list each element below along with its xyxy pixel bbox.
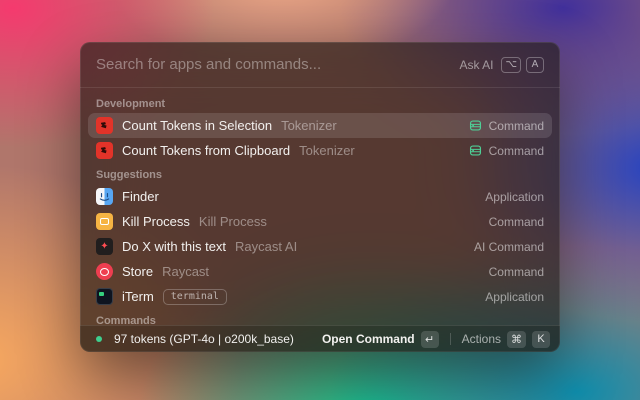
accessory-label: Command	[489, 119, 544, 133]
item-accessory: Command	[489, 265, 544, 279]
accessory-label: Command	[489, 144, 544, 158]
list-item[interactable]: iTerm terminal Application	[88, 284, 552, 309]
iterm-icon	[96, 288, 113, 305]
return-key-icon: ↵	[421, 331, 439, 348]
item-title: Do X with this text	[122, 239, 226, 254]
tokenizer-icon	[96, 142, 113, 159]
item-subtitle: Kill Process	[199, 214, 267, 229]
status-bar: 97 tokens (GPT-4o | o200k_base) Open Com…	[80, 325, 560, 352]
search-bar: Ask AI ⌥ A	[80, 42, 560, 88]
section-header: Development	[88, 92, 552, 113]
list-item[interactable]: Finder Application	[88, 184, 552, 209]
item-accessory: Command	[469, 119, 544, 133]
results-list: Development Count Tokens in Selection Toke…	[80, 89, 560, 325]
option-key-icon: ⌥	[501, 57, 521, 73]
list-item[interactable]: ✦ Do X with this text Raycast AI AI Command	[88, 234, 552, 259]
item-title: iTerm	[122, 289, 154, 304]
open-command-action[interactable]: Open Command ↵	[322, 331, 439, 348]
item-title: Kill Process	[122, 214, 190, 229]
finder-icon	[96, 188, 113, 205]
item-accessory: Command	[489, 215, 544, 229]
command-icon	[469, 119, 482, 132]
status-divider	[450, 333, 451, 345]
accessory-label: AI Command	[474, 240, 544, 254]
item-title: Count Tokens from Clipboard	[122, 143, 290, 158]
item-subtitle: Raycast	[162, 264, 209, 279]
a-key-icon: A	[526, 57, 544, 73]
actions-label: Actions	[462, 332, 501, 346]
section-header: Suggestions	[88, 163, 552, 184]
command-icon	[469, 144, 482, 157]
accessory-label: Application	[485, 190, 544, 204]
item-tag: terminal	[163, 289, 227, 305]
accessory-label: Command	[489, 265, 544, 279]
section-header: Commands	[88, 309, 552, 325]
accessory-label: Command	[489, 215, 544, 229]
actions-menu-button[interactable]: Actions ⌘ K	[462, 331, 550, 348]
raycast-ai-icon: ✦	[96, 238, 113, 255]
item-accessory: Application	[485, 290, 544, 304]
item-title: Count Tokens in Selection	[122, 118, 272, 133]
open-command-label: Open Command	[322, 332, 415, 346]
search-input[interactable]	[96, 56, 451, 73]
command-key-icon: ⌘	[507, 331, 526, 348]
ask-ai-label: Ask AI	[459, 58, 493, 72]
list-item[interactable]: Store Raycast Command	[88, 259, 552, 284]
k-key-icon: K	[532, 331, 550, 348]
extension-status-dot-icon	[96, 336, 102, 342]
token-count-status: 97 tokens (GPT-4o | o200k_base)	[114, 332, 294, 346]
item-subtitle: Raycast AI	[235, 239, 297, 254]
accessory-label: Application	[485, 290, 544, 304]
item-accessory: Command	[469, 144, 544, 158]
list-item[interactable]: Count Tokens from Clipboard Tokenizer Comm…	[88, 138, 552, 163]
raycast-launcher-window: Ask AI ⌥ A DevelopmentCount Tokens in Se…	[80, 42, 560, 352]
kill-process-icon	[96, 213, 113, 230]
ask-ai-button[interactable]: Ask AI ⌥ A	[459, 57, 544, 73]
store-icon	[96, 263, 113, 280]
item-title: Finder	[122, 189, 159, 204]
list-item[interactable]: Kill Process Kill Process Command	[88, 209, 552, 234]
item-subtitle: Tokenizer	[299, 143, 355, 158]
item-accessory: AI Command	[474, 240, 544, 254]
item-accessory: Application	[485, 190, 544, 204]
list-item[interactable]: Count Tokens in Selection Tokenizer Comman…	[88, 113, 552, 138]
tokenizer-icon	[96, 117, 113, 134]
item-subtitle: Tokenizer	[281, 118, 337, 133]
item-title: Store	[122, 264, 153, 279]
